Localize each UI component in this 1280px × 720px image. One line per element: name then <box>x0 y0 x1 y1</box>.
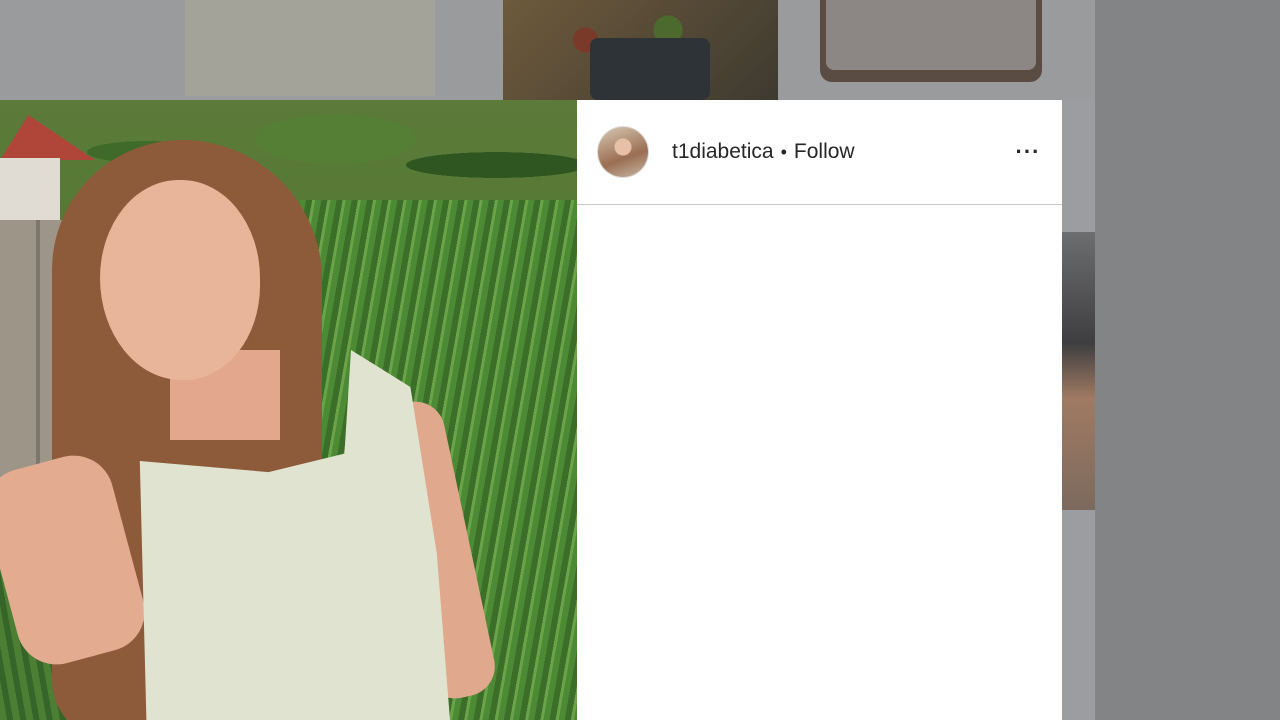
username-row: t1diabetica • Follow <box>672 138 855 166</box>
follow-button[interactable]: Follow <box>794 140 855 164</box>
background-post-thumbnail <box>590 38 710 100</box>
photo-subject-face <box>100 180 260 380</box>
post-photo[interactable] <box>0 100 577 720</box>
avatar[interactable] <box>598 127 648 177</box>
username-link[interactable]: t1diabetica <box>672 140 774 164</box>
separator-dot: • <box>780 141 787 162</box>
background-post-thumbnail <box>826 0 1036 70</box>
more-options-icon[interactable]: ··· <box>1014 138 1042 166</box>
post-info-pane: t1diabetica • Follow ··· <box>577 100 1062 720</box>
background-post-thumbnail <box>1062 232 1095 510</box>
post-header: t1diabetica • Follow ··· <box>577 100 1062 205</box>
post-modal: t1diabetica • Follow ··· <box>0 100 1062 720</box>
background-post-thumbnail <box>185 0 435 96</box>
background-overlay <box>1095 0 1280 720</box>
